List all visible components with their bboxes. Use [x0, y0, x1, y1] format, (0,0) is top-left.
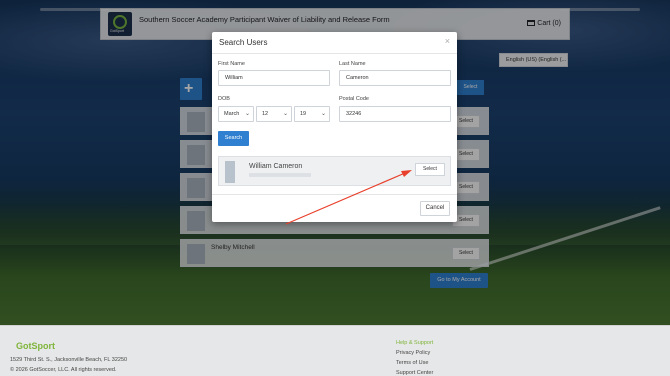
first-name-label: First Name [218, 61, 245, 67]
modal-header: Search Users × [212, 32, 457, 54]
dob-day-value: 12 [262, 111, 269, 117]
footer-links-heading: Help & Support [396, 340, 434, 346]
result-name: William Cameron [249, 163, 303, 170]
dob-label: DOB [218, 96, 230, 102]
search-button[interactable]: Search [218, 131, 249, 146]
chevron-down-icon: ⌄ [244, 111, 250, 117]
postal-code-label: Postal Code [339, 96, 369, 102]
chevron-down-icon: ⌄ [320, 111, 326, 117]
support-center-link[interactable]: Support Center [396, 368, 433, 376]
modal-footer: Cancel [212, 194, 457, 222]
cancel-button[interactable]: Cancel [420, 201, 450, 216]
dob-year-select[interactable]: 19 ⌄ [294, 106, 330, 122]
postal-code-field[interactable]: 32246 [339, 106, 451, 122]
terms-of-use-link[interactable]: Terms of Use [396, 358, 433, 368]
result-photo [225, 161, 235, 183]
dob-year-value: 19 [300, 111, 307, 117]
modal-title: Search Users [219, 38, 268, 47]
footer-copyright: © 2026 GotSoccer, LLC. All rights reserv… [10, 367, 117, 373]
footer-address: 1529 Third St. S., Jacksonville Beach, F… [10, 357, 128, 363]
last-name-label: Last Name [339, 61, 366, 67]
dob-month-value: March [224, 111, 240, 117]
dob-month-select[interactable]: March ⌄ [218, 106, 254, 122]
dob-day-select[interactable]: 12 ⌄ [256, 106, 292, 122]
footer-links: Help & Support Privacy Policy Terms of U… [396, 338, 433, 376]
search-result-row: William Cameron Select [218, 156, 451, 186]
last-name-field[interactable]: Cameron [339, 70, 451, 86]
footer-brand[interactable]: GotSport [16, 341, 55, 351]
page-footer: GotSport 1529 Third St. S., Jacksonville… [0, 325, 670, 376]
close-icon[interactable]: × [445, 36, 450, 46]
first-name-field[interactable]: William [218, 70, 330, 86]
chevron-down-icon: ⌄ [282, 111, 288, 117]
search-users-modal: Search Users × First Name William Last N… [212, 32, 457, 222]
result-select-button[interactable]: Select [415, 163, 445, 176]
result-details-redacted [249, 173, 311, 177]
privacy-policy-link[interactable]: Privacy Policy [396, 348, 433, 358]
